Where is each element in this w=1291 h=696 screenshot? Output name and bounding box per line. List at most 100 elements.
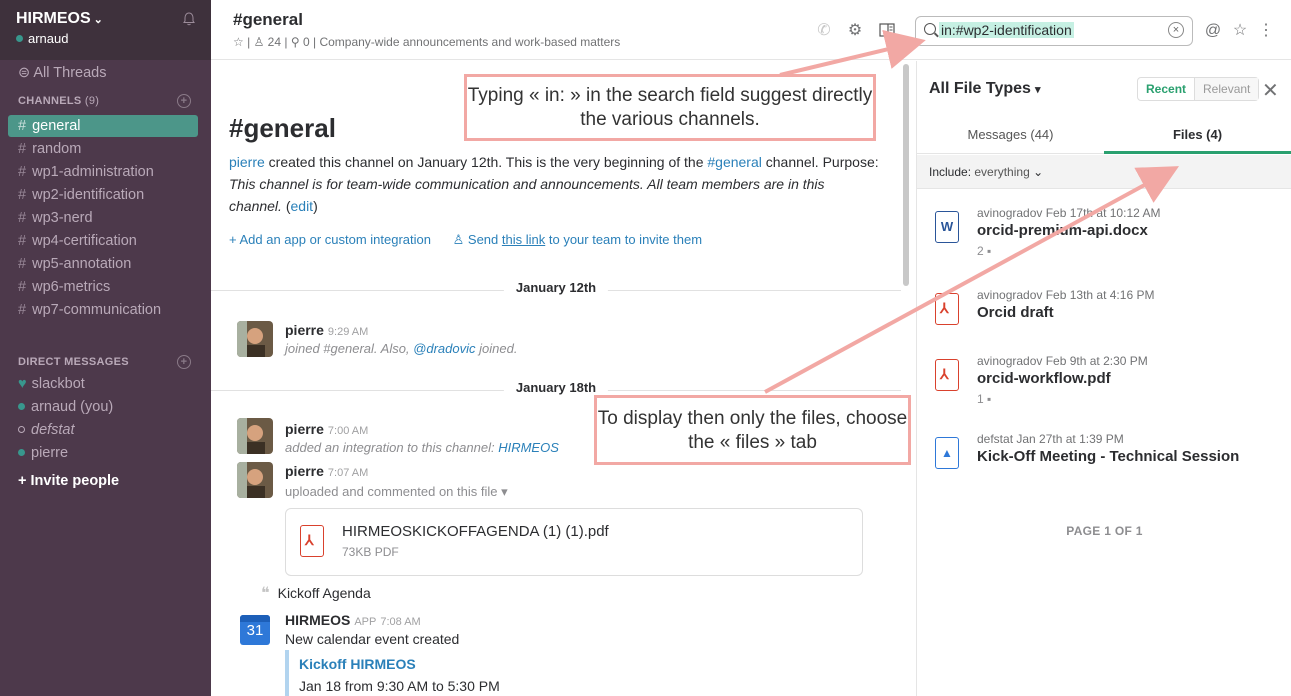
google-drive-icon: ▲ [935, 437, 959, 469]
online-status-icon [18, 403, 25, 410]
pdf-icon [935, 293, 959, 325]
clear-search-icon[interactable]: × [1168, 22, 1184, 38]
message-author[interactable]: pierre 7:00 AM [285, 421, 368, 437]
dm-item-slackbot[interactable]: ♥ slackbot [0, 373, 211, 395]
dm-item-pierre[interactable]: pierre [0, 442, 211, 464]
phone-icon[interactable]: ✆ [815, 22, 833, 40]
sort-recent-button[interactable]: Recent [1138, 78, 1194, 100]
message-pane: #general pierre created this channel on … [211, 61, 901, 696]
tab-files[interactable]: Files (4) [1104, 124, 1291, 154]
message-text: New calendar event created [285, 631, 460, 647]
file-result[interactable]: ▲ defstat Jan 27th at 1:39 PM Kick-Off M… [935, 432, 1285, 492]
message-text[interactable]: uploaded and commented on this file ▾ [285, 484, 508, 500]
member-count[interactable]: 24 [268, 35, 281, 49]
search-query[interactable]: in:#wp2-identification [939, 22, 1074, 38]
online-status-icon [16, 35, 23, 42]
dm-item-arnaud[interactable]: arnaud (you) [0, 396, 211, 418]
message-timestamp[interactable]: 7:00 AM [328, 425, 368, 437]
file-name[interactable]: HIRMEOSKICKOFFAGENDA (1) (1).pdf [342, 523, 609, 540]
search-results-panel: All File Types ▾ Recent Relevant ✕ Messag… [916, 61, 1291, 696]
day-divider: January 12th [211, 280, 901, 300]
creator-link[interactable]: pierre [229, 154, 265, 170]
pin-icon[interactable]: ⚲ [291, 35, 300, 49]
message-text: joined #general. Also, @dradovic joined. [285, 341, 518, 356]
sidebar-item-general[interactable]: # general [8, 115, 198, 137]
quote-icon: ❝ [261, 585, 270, 602]
edit-purpose-link[interactable]: edit [291, 198, 314, 214]
event-title-link[interactable]: Kickoff HIRMEOS [299, 656, 500, 672]
word-icon: W [935, 211, 959, 243]
pin-count[interactable]: 0 [303, 35, 310, 49]
mention-link[interactable]: @dradovic [413, 341, 475, 356]
sidebar-item-wp6-metrics[interactable]: # wp6-metrics [0, 276, 211, 298]
message-author[interactable]: pierre 9:29 AM [285, 322, 368, 338]
team-header[interactable]: HIRMEOS ⌄ arnaud [0, 0, 211, 60]
file-result[interactable]: avinogradov Feb 9th at 2:30 PM orcid-wor… [935, 354, 1285, 414]
file-result[interactable]: avinogradov Feb 13th at 4:16 PM Orcid dr… [935, 288, 1285, 348]
message-timestamp[interactable]: 9:29 AM [328, 326, 368, 338]
sort-toggle: Recent Relevant [1137, 77, 1260, 101]
sidebar-item-random[interactable]: # random [0, 138, 211, 160]
chevron-down-icon: ⌄ [93, 14, 103, 26]
pdf-icon [300, 525, 324, 557]
send-invite-link[interactable]: ♙ Send this link to your team to invite … [453, 232, 702, 247]
comment-icon: ▪ [987, 244, 992, 258]
caret-down-icon: ▾ [1034, 84, 1041, 96]
file-attachment[interactable]: HIRMEOSKICKOFFAGENDA (1) (1).pdf 73KB PD… [285, 508, 863, 576]
intro-text: pierre created this channel on January 1… [229, 154, 879, 214]
pdf-icon [935, 359, 959, 391]
add-app-link[interactable]: + Add an app or custom integration [229, 232, 431, 247]
person-icon: ♙ [452, 232, 468, 247]
message-timestamp[interactable]: 7:08 AM [380, 616, 420, 628]
add-channel-icon[interactable]: + [177, 94, 191, 108]
include-filter[interactable]: Include: everything ⌄ [917, 155, 1291, 189]
dm-item-defstat[interactable]: defstat [0, 419, 211, 441]
starred-items-icon[interactable]: ☆ [1231, 22, 1249, 40]
comment-icon: ▪ [987, 392, 992, 406]
mentions-icon[interactable]: @ [1204, 22, 1222, 40]
avatar[interactable] [237, 321, 273, 357]
sidebar-item-wp5-annotation[interactable]: # wp5-annotation [0, 253, 211, 275]
bell-icon[interactable] [183, 12, 195, 26]
sort-relevant-button[interactable]: Relevant [1194, 78, 1259, 100]
message-timestamp[interactable]: 7:07 AM [328, 467, 368, 479]
star-icon[interactable]: ☆ [233, 35, 244, 49]
gear-icon[interactable]: ⚙ [846, 22, 864, 40]
more-options-icon[interactable]: ⋮ [1257, 22, 1275, 40]
members-icon[interactable]: ♙ [254, 35, 265, 49]
tab-messages[interactable]: Messages (44) [917, 124, 1104, 154]
sidebar-item-wp2-identification[interactable]: # wp2-identification [0, 184, 211, 206]
event-time: Jan 18 from 9:30 AM to 5:30 PM [299, 678, 500, 694]
channels-header[interactable]: CHANNELS (9) + [0, 90, 211, 112]
file-result[interactable]: W avinogradov Feb 17th at 10:12 AM orcid… [935, 206, 1285, 266]
integration-link[interactable]: HIRMEOS [498, 440, 559, 455]
sidebar: HIRMEOS ⌄ arnaud ⊜ All Threads CHANNELS (… [0, 0, 211, 696]
channel-details-icon[interactable] [878, 22, 896, 40]
search-input[interactable]: in:#wp2-identification × [915, 16, 1193, 46]
search-icon [924, 23, 936, 35]
channel-title: #general [233, 10, 303, 29]
sidebar-item-wp7-communication[interactable]: # wp7-communication [0, 299, 211, 321]
team-name: HIRMEOS [16, 10, 91, 27]
channel-link[interactable]: #general [707, 154, 762, 170]
sidebar-item-wp3-nerd[interactable]: # wp3-nerd [0, 207, 211, 229]
avatar[interactable] [237, 462, 273, 498]
add-dm-icon[interactable]: + [177, 355, 191, 369]
away-status-icon [18, 426, 25, 433]
message-author[interactable]: pierre 7:07 AM [285, 463, 368, 479]
sidebar-all-threads[interactable]: ⊜ All Threads [0, 62, 211, 84]
current-user: arnaud [28, 31, 69, 46]
sidebar-item-wp4-certification[interactable]: # wp4-certification [0, 230, 211, 252]
avatar[interactable] [237, 418, 273, 454]
close-icon[interactable]: ✕ [1262, 78, 1279, 103]
file-type-filter[interactable]: All File Types ▾ [929, 80, 1040, 98]
file-size: 73KB PDF [342, 545, 399, 559]
direct-messages-header[interactable]: DIRECT MESSAGES + [0, 351, 211, 373]
calendar-app-icon[interactable]: 31 [240, 615, 270, 645]
message-author[interactable]: HIRMEOS APP 7:08 AM [285, 612, 421, 628]
scrollbar[interactable] [903, 64, 909, 286]
sidebar-item-wp1-administration[interactable]: # wp1-administration [0, 161, 211, 183]
invite-people-link[interactable]: + Invite people [0, 470, 211, 492]
channel-meta: ☆ | ♙ 24 | ⚲ 0 | Company-wide announceme… [233, 35, 621, 49]
annotation-files-tip: To display then only the files, choose t… [594, 395, 911, 465]
